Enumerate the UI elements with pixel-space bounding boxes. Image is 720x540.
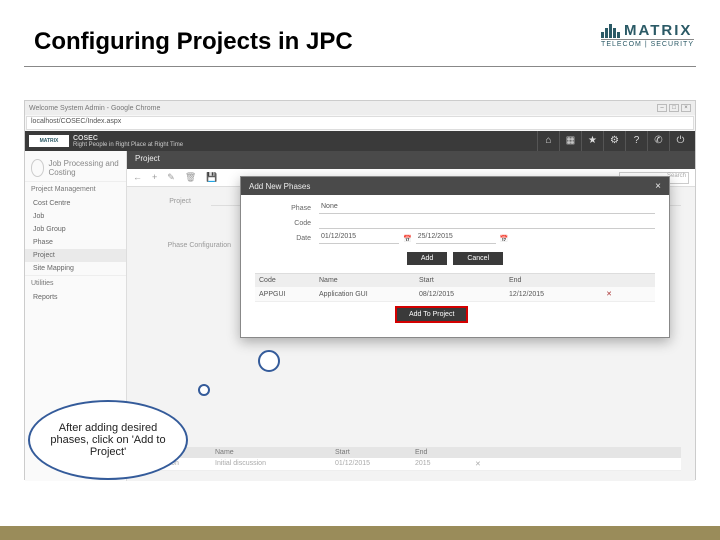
- nav-gear-icon[interactable]: ⚙: [603, 131, 625, 151]
- sidebar-module[interactable]: Job Processing and Costing: [25, 155, 126, 181]
- nav-grid-icon[interactable]: ▦: [559, 131, 581, 151]
- bg-td-del[interactable]: ✕: [475, 460, 505, 468]
- cancel-button[interactable]: Cancel: [453, 252, 503, 265]
- callout-dot-small: [198, 384, 210, 396]
- module-icon: [31, 159, 44, 177]
- footer-bar: [0, 526, 720, 540]
- callout: After adding desired phases, click on 'A…: [28, 390, 198, 484]
- input-date-to[interactable]: 25/12/2015: [416, 233, 496, 244]
- tool-save-icon[interactable]: 💾: [206, 172, 217, 183]
- calendar-to-icon[interactable]: 📅: [500, 235, 509, 243]
- app-topbar: MATRIX COSEC Right People in Right Place…: [25, 131, 695, 151]
- phase-table: Code Name Start End APPGUI Application G…: [255, 273, 655, 302]
- sidebar-item-reports[interactable]: Reports: [25, 291, 126, 304]
- sidebar-item-jobgroup[interactable]: Job Group: [25, 223, 126, 236]
- bg-table-row[interactable]: Discussion Initial discussion 01/12/2015…: [141, 458, 681, 471]
- pth-name: Name: [319, 277, 419, 284]
- sidebar-item-phase[interactable]: Phase: [25, 236, 126, 249]
- bg-td-name: Initial discussion: [215, 460, 335, 468]
- pth-end: End: [509, 277, 599, 284]
- add-phases-modal: Add New Phases × Phase None Code Date 01…: [240, 176, 670, 338]
- nav-phone-icon[interactable]: ✆: [647, 131, 669, 151]
- bg-td-end: 2015: [415, 460, 475, 468]
- sidebar-item-costcentre[interactable]: Cost Centre: [25, 197, 126, 210]
- bg-td-start: 01/12/2015: [335, 460, 415, 468]
- callout-dot-large: [258, 350, 280, 372]
- browser-titlebar: Welcome System Admin - Google Chrome – □…: [25, 101, 695, 115]
- app-tagline: Right People in Right Place at Right Tim…: [73, 142, 183, 148]
- sidebar-section: Project Management: [25, 181, 126, 197]
- app-product: COSEC: [73, 135, 183, 142]
- bg-th-name: Name: [215, 449, 335, 456]
- input-code[interactable]: [319, 218, 655, 229]
- nav-star-icon[interactable]: ★: [581, 131, 603, 151]
- window-close-icon[interactable]: ×: [681, 104, 691, 112]
- sidebar-item-sitemapping[interactable]: Site Mapping: [25, 262, 126, 275]
- callout-bubble: After adding desired phases, click on 'A…: [28, 400, 188, 480]
- add-button[interactable]: Add: [407, 252, 447, 265]
- sidebar-item-job[interactable]: Job: [25, 210, 126, 223]
- content-header: Project: [127, 151, 695, 169]
- add-to-project-button[interactable]: Add To Project: [395, 306, 468, 323]
- ptd-end: 12/12/2015: [509, 291, 599, 298]
- bg-label-project: Project: [141, 198, 191, 205]
- label-code: Code: [255, 220, 319, 227]
- bg-label-phaseconfig: Phase Configuration: [141, 242, 231, 249]
- module-label: Job Processing and Costing: [48, 159, 120, 177]
- window-min-icon[interactable]: –: [657, 104, 667, 112]
- bg-th-end: End: [415, 449, 475, 456]
- brand-name: MATRIX: [624, 22, 692, 39]
- ptd-name: Application GUI: [319, 291, 419, 298]
- brand-logo: MATRIX TELECOM | SECURITY: [601, 22, 694, 48]
- browser-title: Welcome System Admin - Google Chrome: [29, 105, 160, 112]
- app-logo: MATRIX: [29, 135, 69, 147]
- label-phase: Phase: [255, 205, 319, 212]
- input-phase[interactable]: None: [319, 203, 655, 214]
- bg-table: Code Name Start End Discussion Initial d…: [141, 447, 681, 471]
- ptd-start: 08/12/2015: [419, 291, 509, 298]
- pth-code: Code: [259, 277, 319, 284]
- nav-help-icon[interactable]: ?: [625, 131, 647, 151]
- nav-home-icon[interactable]: ⌂: [537, 131, 559, 151]
- input-date-from[interactable]: 01/12/2015: [319, 233, 399, 244]
- tool-delete-icon[interactable]: 🗑: [185, 172, 196, 183]
- tool-back-icon[interactable]: ←: [133, 172, 142, 183]
- phase-table-row[interactable]: APPGUI Application GUI 08/12/2015 12/12/…: [255, 287, 655, 302]
- ptd-del-icon[interactable]: ✕: [599, 290, 619, 298]
- brand-bars-icon: [601, 24, 620, 38]
- label-date: Date: [255, 235, 319, 242]
- browser-url-bar[interactable]: localhost/COSEC/Index.aspx: [26, 116, 694, 130]
- modal-title: Add New Phases: [249, 182, 310, 191]
- calendar-from-icon[interactable]: 📅: [403, 235, 412, 243]
- nav-power-icon[interactable]: ⏻: [669, 131, 691, 151]
- pth-start: Start: [419, 277, 509, 284]
- brand-sub: TELECOM | SECURITY: [601, 39, 694, 48]
- title-underline: [24, 66, 696, 67]
- window-max-icon[interactable]: □: [669, 104, 679, 112]
- sidebar-section2: Utilities: [25, 275, 126, 291]
- tool-add-icon[interactable]: +: [152, 172, 157, 183]
- bg-th-start: Start: [335, 449, 415, 456]
- modal-close-icon[interactable]: ×: [655, 181, 661, 192]
- tool-edit-icon[interactable]: ✎: [167, 172, 175, 183]
- callout-text: After adding desired phases, click on 'A…: [44, 422, 172, 458]
- sidebar-item-project[interactable]: Project: [25, 249, 126, 262]
- ptd-code: APPGUI: [259, 291, 319, 298]
